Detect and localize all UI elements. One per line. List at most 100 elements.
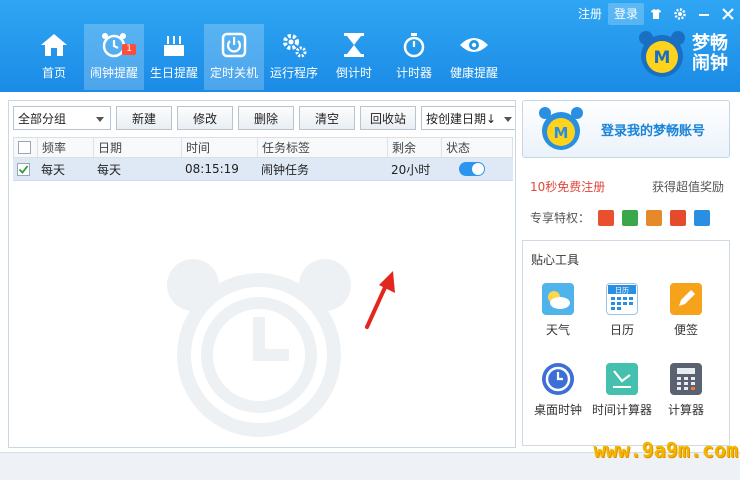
table-header: 频率 日期 时间 任务标签 剩余 状态 xyxy=(13,137,513,158)
main-nav: 首页 1 闹钟提醒 生日提醒 定时关机 运行程序 倒计时 计时器 健康提醒 xyxy=(24,24,504,90)
eye-icon xyxy=(459,30,489,60)
status-toggle[interactable] xyxy=(459,162,485,176)
time-calculator-icon xyxy=(606,363,638,395)
home-icon xyxy=(39,30,69,60)
frequency-cell: 每天 xyxy=(41,162,66,177)
row-checkbox[interactable] xyxy=(17,162,30,176)
tools-title: 贴心工具 xyxy=(531,253,580,267)
login-account-label: 登录我的梦畅账号 xyxy=(601,123,706,139)
nav-birthday[interactable]: 生日提醒 xyxy=(144,24,204,90)
edit-button[interactable]: 修改 xyxy=(177,106,233,130)
remaining-cell: 20小时 xyxy=(391,162,431,177)
gift-icon[interactable] xyxy=(598,209,615,226)
tools-panel: 贴心工具 天气 日历 日历 便签 桌面时钟 时间计算器 计算器 xyxy=(522,240,730,446)
register-row: 10秒免费注册 获得超值奖励 xyxy=(522,178,732,195)
register-link[interactable]: 注册 xyxy=(572,3,608,25)
brand-line1: 梦畅 xyxy=(692,33,728,54)
brand-line2: 闹钟 xyxy=(692,53,728,74)
select-all-cell xyxy=(14,138,38,157)
tool-label: 天气 xyxy=(545,323,570,337)
nav-home[interactable]: 首页 xyxy=(24,24,84,90)
super-reward-link[interactable]: 获得超值奖励 xyxy=(652,178,724,195)
minimize-icon[interactable] xyxy=(692,3,716,25)
rocket-icon[interactable] xyxy=(622,209,639,226)
tool-desktop-clock[interactable]: 桌面时钟 xyxy=(526,363,590,418)
tool-label: 便签 xyxy=(673,323,698,337)
nav-countdown[interactable]: 倒计时 xyxy=(324,24,384,90)
free-register-link[interactable]: 10秒免费注册 xyxy=(530,178,605,195)
mascot-logo-icon: M xyxy=(639,31,685,77)
sort-select-value: 按创建日期↓ xyxy=(426,111,497,126)
stopwatch-icon xyxy=(399,30,429,60)
nav-run-program[interactable]: 运行程序 xyxy=(264,24,324,90)
nav-label: 运行程序 xyxy=(269,66,318,80)
column-header[interactable]: 时间 xyxy=(182,138,258,157)
nav-label: 生日提醒 xyxy=(149,66,198,80)
column-header[interactable]: 状态 xyxy=(442,138,512,157)
nav-label: 健康提醒 xyxy=(449,66,498,80)
settings-gear-icon[interactable] xyxy=(668,3,692,25)
skin-theme-icon[interactable] xyxy=(694,209,711,226)
sticky-note-icon xyxy=(670,283,702,315)
close-icon[interactable] xyxy=(716,3,740,25)
mascot-icon: M xyxy=(539,107,583,150)
present-icon[interactable] xyxy=(670,209,687,226)
svg-text:M: M xyxy=(554,124,569,142)
column-header[interactable]: 频率 xyxy=(38,138,94,157)
checkmark-icon xyxy=(18,164,29,174)
nav-label: 闹钟提醒 xyxy=(89,66,138,80)
column-header[interactable]: 日期 xyxy=(94,138,182,157)
tool-label: 日历 xyxy=(609,323,634,337)
tool-sticky-note[interactable]: 便签 xyxy=(654,283,718,338)
brand-logo: M 梦畅 闹钟 xyxy=(636,28,728,80)
sort-select[interactable]: 按创建日期↓ xyxy=(421,106,515,130)
select-all-checkbox[interactable] xyxy=(18,141,31,154)
nav-badge: 1 xyxy=(122,44,136,55)
tool-weather[interactable]: 天气 xyxy=(526,283,590,338)
calculator-icon xyxy=(670,363,702,395)
right-sidebar: M 登录我的梦畅账号 10秒免费注册 获得超值奖励 专享特权： 贴心工具 天气 … xyxy=(522,100,732,446)
chevron-down-icon xyxy=(96,117,104,122)
skin-icon[interactable] xyxy=(644,3,668,25)
row-checkbox-cell xyxy=(13,158,37,180)
nav-label: 首页 xyxy=(41,66,66,80)
clear-button[interactable]: 清空 xyxy=(299,106,355,130)
group-select[interactable]: 全部分组 xyxy=(13,106,111,130)
login-account-button[interactable]: M 登录我的梦畅账号 xyxy=(522,100,730,158)
nav-alarm[interactable]: 1 闹钟提醒 xyxy=(84,24,144,90)
nav-health[interactable]: 健康提醒 xyxy=(444,24,504,90)
status-cell xyxy=(441,158,511,180)
privileges-row: 专享特权： xyxy=(522,209,732,226)
tool-label: 时间计算器 xyxy=(591,403,652,417)
birthday-cake-icon xyxy=(159,30,189,60)
ticket-icon[interactable] xyxy=(646,209,663,226)
alarm-list-panel: 全部分组 新建 修改 删除 清空 回收站 按创建日期↓ 频率 日期 时间 任务标… xyxy=(8,100,516,448)
column-header[interactable]: 任务标签 xyxy=(258,138,388,157)
clock-watermark-icon xyxy=(167,259,351,437)
gear-icon xyxy=(279,30,309,60)
desktop-clock-icon xyxy=(542,363,574,395)
delete-button[interactable]: 删除 xyxy=(238,106,294,130)
login-link[interactable]: 登录 xyxy=(607,3,644,25)
recycle-bin-button[interactable]: 回收站 xyxy=(360,106,416,130)
title-bar: 注册 登录 首页 1 闹钟提醒 生日提醒 定时关机 运行程序 倒计时 计时器 健… xyxy=(0,0,740,92)
hourglass-icon xyxy=(339,30,369,60)
red-arrow-icon xyxy=(365,271,395,329)
column-header[interactable]: 剩余 xyxy=(388,138,442,157)
nav-label: 倒计时 xyxy=(335,66,372,80)
site-watermark: www.9a9m.com xyxy=(593,438,739,462)
tool-calculator[interactable]: 计算器 xyxy=(654,363,718,418)
table-row[interactable]: 每天 每天 08:15:19 闹钟任务 20小时 xyxy=(13,158,513,181)
calendar-icon-text: 日历 xyxy=(615,287,629,295)
new-button[interactable]: 新建 xyxy=(116,106,172,130)
time-cell: 08:15:19 xyxy=(185,162,239,176)
tool-calendar[interactable]: 日历 日历 xyxy=(590,283,654,338)
nav-timer[interactable]: 计时器 xyxy=(384,24,444,90)
list-toolbar: 全部分组 新建 修改 删除 清空 回收站 按创建日期↓ xyxy=(13,106,515,132)
tool-time-calculator[interactable]: 时间计算器 xyxy=(590,363,654,418)
toggle-knob xyxy=(472,163,484,175)
task-label-cell: 闹钟任务 xyxy=(261,162,310,177)
nav-shutdown[interactable]: 定时关机 xyxy=(204,24,264,90)
privileges-label: 专享特权： xyxy=(530,211,591,225)
weather-icon xyxy=(542,283,574,315)
